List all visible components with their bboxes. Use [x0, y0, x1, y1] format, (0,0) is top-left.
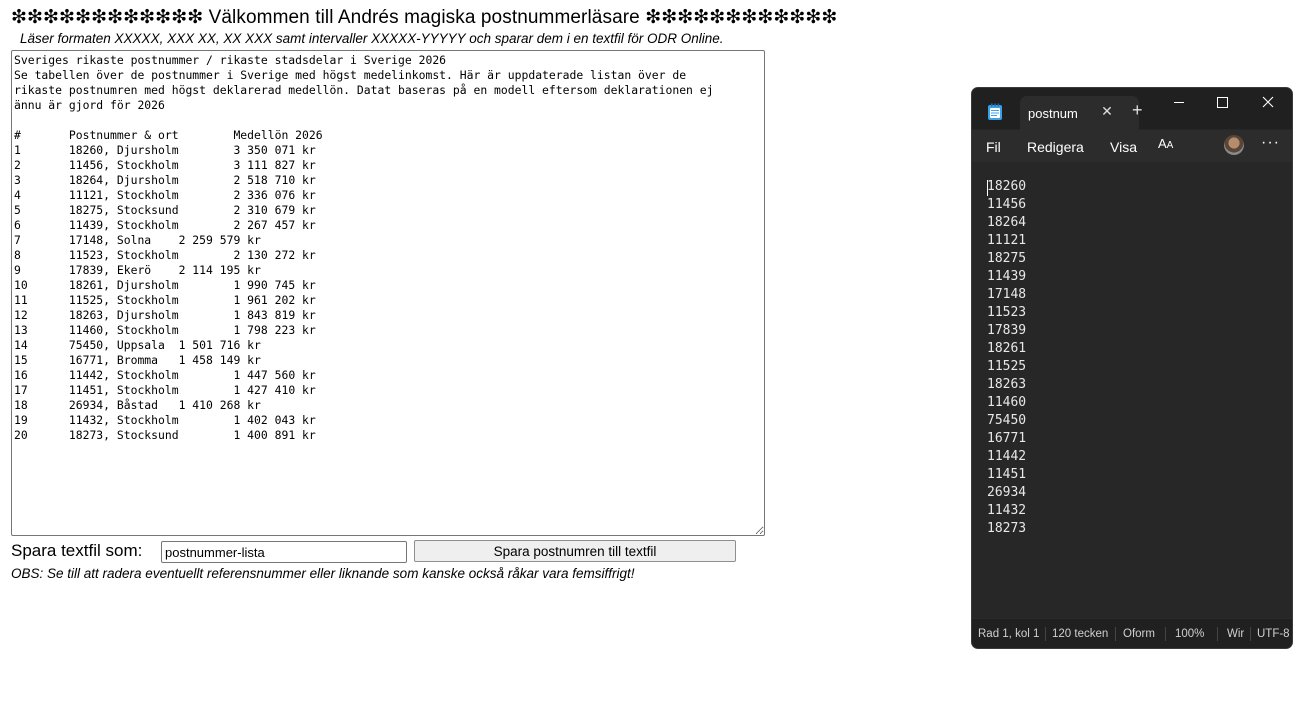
page-subtitle: Läser formaten XXXXX, XXX XX, XX XXX sam… [20, 31, 724, 46]
notepad-line: 11525 [987, 359, 1027, 374]
notepad-titlebar: postnum ✕ + [972, 88, 1292, 130]
notepad-tab[interactable]: postnum ✕ [1020, 96, 1139, 130]
menu-edit[interactable]: Redigera [1027, 139, 1084, 155]
notepad-window: postnum ✕ + Fil Redigera Visa AA ··· 182… [971, 87, 1293, 649]
menu-file[interactable]: Fil [986, 139, 1001, 155]
notepad-line: 17839 [987, 323, 1027, 338]
notepad-menubar: Fil Redigera Visa AA ··· [972, 130, 1292, 162]
notepad-line: 18273 [987, 521, 1027, 536]
warning-note: OBS: Se till att radera eventuellt refer… [11, 566, 635, 581]
maximize-icon[interactable] [1210, 94, 1234, 112]
close-window-icon[interactable] [1256, 94, 1280, 112]
status-format: Oform [1123, 628, 1155, 640]
save-to-textfile-button[interactable]: Spara postnumren till textfil [414, 540, 736, 562]
status-encoding: UTF-8 [1257, 628, 1290, 640]
notepad-line: 18264 [987, 215, 1027, 230]
menu-view[interactable]: Visa [1110, 139, 1137, 155]
save-filename-label: Spara textfil som: [11, 541, 143, 560]
notepad-line: 18275 [987, 251, 1027, 266]
avatar[interactable] [1224, 135, 1244, 155]
tab-title: postnum [1028, 106, 1078, 121]
status-position: Rad 1, kol 1 [978, 628, 1040, 640]
notepad-line: 11451 [987, 467, 1027, 482]
filename-input[interactable] [161, 541, 407, 563]
minimize-icon[interactable] [1167, 94, 1191, 112]
notepad-line: 11432 [987, 503, 1027, 518]
notepad-line: 16771 [987, 431, 1027, 446]
font-size-icon[interactable]: AA [1158, 136, 1173, 151]
notepad-line: 11121 [987, 233, 1027, 248]
notepad-editor[interactable]: 18260 11456 18264 11121 18275 11439 17148 11523… [972, 162, 1292, 616]
notepad-app-icon [988, 103, 1002, 120]
notepad-line: 75450 [987, 413, 1027, 428]
notepad-line: 17148 [987, 287, 1027, 302]
status-zoom: 100% [1175, 628, 1205, 640]
notepad-line: 11439 [987, 269, 1027, 284]
more-options-icon[interactable]: ··· [1261, 134, 1280, 152]
notepad-line: 11456 [987, 197, 1027, 212]
postal-code-textarea[interactable]: Sveriges rikaste postnummer / rikaste st… [11, 50, 765, 536]
notepad-line: 18260 [987, 179, 1027, 194]
notepad-line: 11442 [987, 449, 1027, 464]
page-title: ❇❇❇❇❇❇❇❇❇❇❇❇ Välkommen till Andrés magis… [11, 7, 838, 28]
new-tab-plus-icon[interactable]: + [1132, 101, 1143, 119]
notepad-line: 18263 [987, 377, 1027, 392]
status-line-ending: Wir [1227, 628, 1245, 640]
notepad-statusbar: Rad 1, kol 1 120 tecken Oform 100% Wir U… [972, 618, 1292, 648]
notepad-line: 18261 [987, 341, 1027, 356]
tab-close-icon[interactable]: ✕ [1099, 103, 1115, 119]
notepad-line: 26934 [987, 485, 1027, 500]
notepad-line: 11460 [987, 395, 1027, 410]
notepad-line: 11523 [987, 305, 1027, 320]
status-char-count: 120 tecken [1052, 628, 1109, 640]
